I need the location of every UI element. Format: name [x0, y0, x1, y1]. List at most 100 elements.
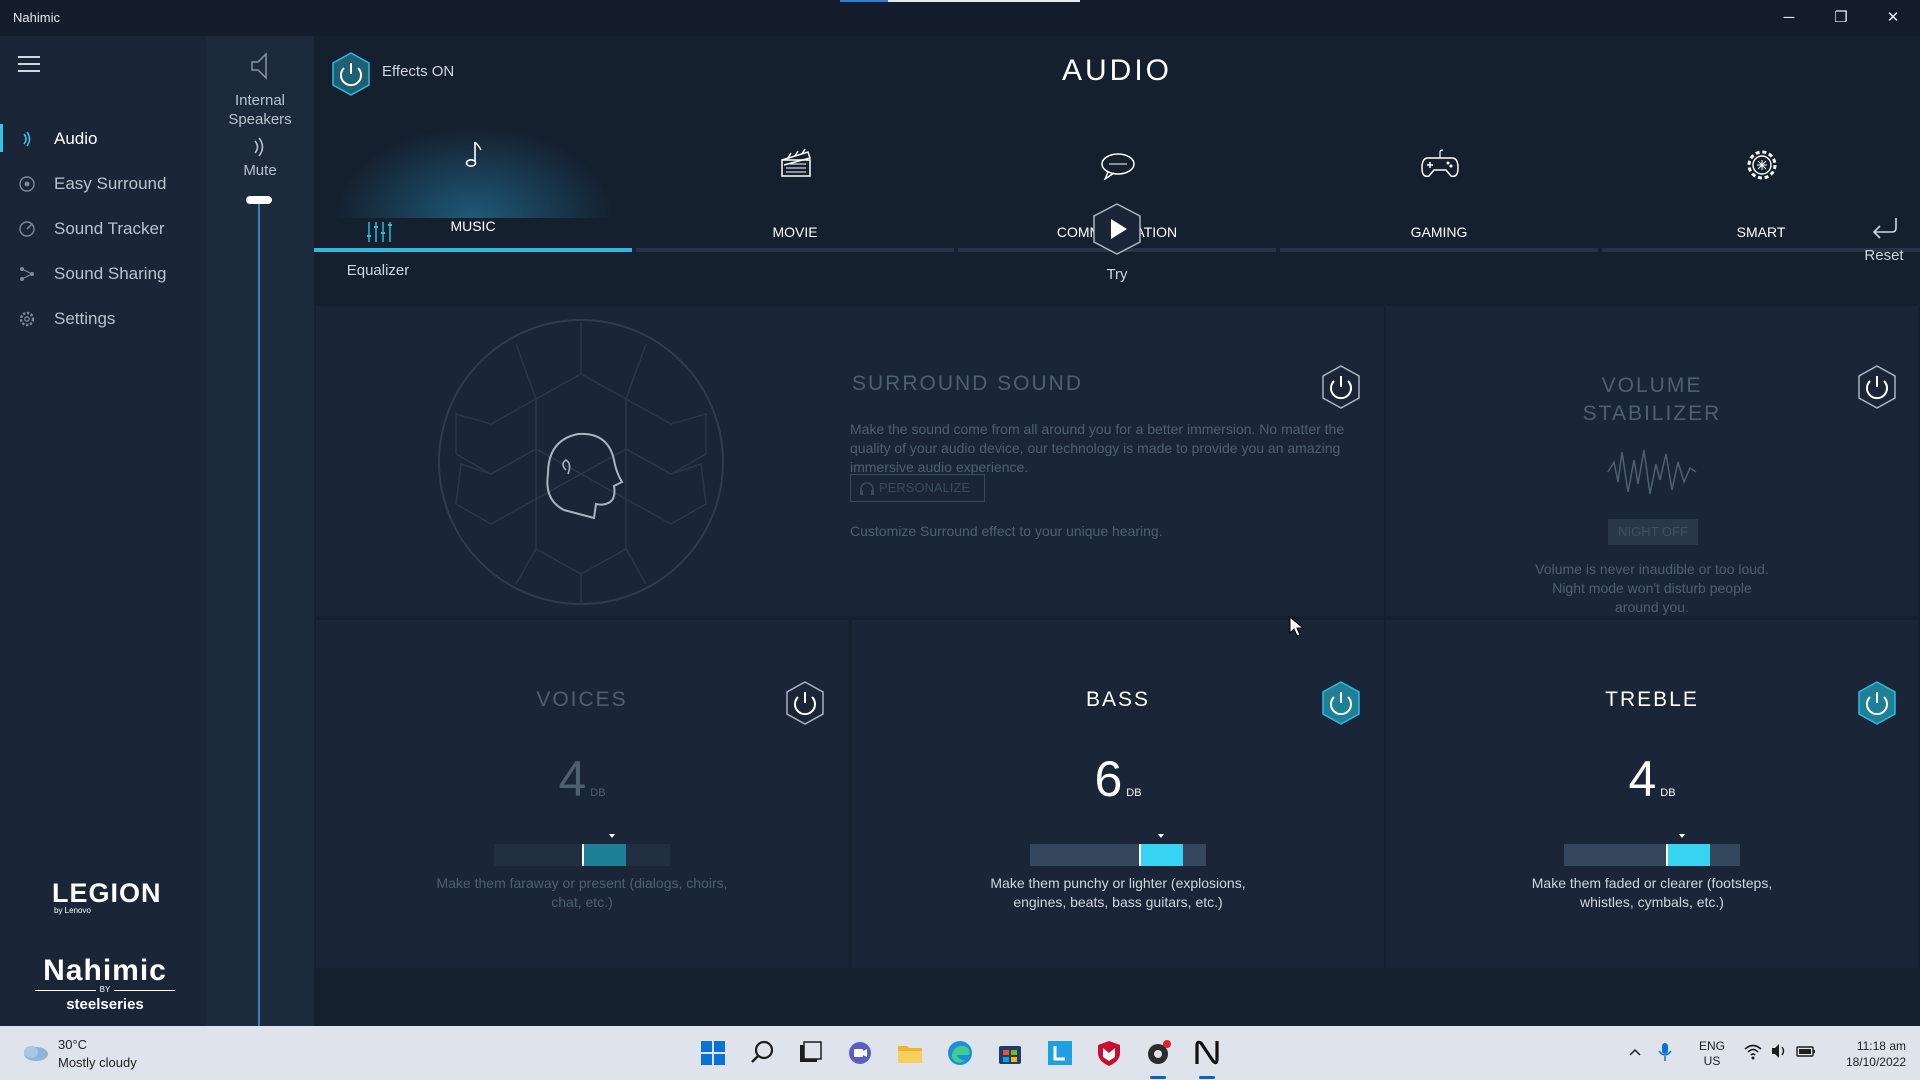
gamepad-icon: [1421, 149, 1459, 178]
task-view-icon[interactable]: [795, 1037, 827, 1069]
bass-slider-notch: [1158, 834, 1164, 838]
treble-description: Make them faded or clearer (footsteps, w…: [1531, 875, 1773, 910]
try-play-button[interactable]: [1090, 202, 1144, 256]
clock[interactable]: 11:18 am 18/10/2022: [1826, 1038, 1906, 1070]
voices-slider-thumb[interactable]: [582, 844, 584, 866]
surround-icon: [19, 176, 35, 192]
sidebar-item-sound-tracker[interactable]: Sound Tracker: [0, 210, 206, 246]
tab-indicator: [636, 248, 954, 252]
surround-power-button[interactable]: [1320, 364, 1362, 410]
bass-db-value: 6: [1094, 751, 1123, 807]
volume-slider-thumb[interactable]: [246, 196, 272, 204]
cloudy-weather-icon[interactable]: [20, 1040, 50, 1064]
smart-gear-icon: [1747, 150, 1777, 180]
microsoft-store-icon[interactable]: [994, 1037, 1026, 1069]
personalize-button[interactable]: PERSONALIZE: [850, 474, 985, 502]
volume-stabilizer-card: VOLUME STABILIZER NIGHT OFF Volume is ne…: [1386, 306, 1918, 616]
main-content: Effects ON AUDIO MUSIC MOVIE COMMUNICATI…: [314, 36, 1920, 1026]
tab-music[interactable]: MUSIC: [314, 106, 636, 252]
voices-db-readout: 4 DB: [316, 750, 848, 808]
sidebar-item-label: Easy Surround: [54, 174, 167, 193]
voices-slider[interactable]: [494, 834, 670, 866]
microphone-icon[interactable]: [1658, 1042, 1672, 1062]
treble-db-unit: DB: [1660, 787, 1676, 799]
app-title: Nahimic: [13, 10, 60, 25]
treble-slider[interactable]: [1564, 834, 1740, 866]
voices-title: VOICES: [536, 688, 628, 711]
bass-slider-thumb[interactable]: [1139, 844, 1141, 866]
nahimic-steelseries-logo: Nahimic BY steelseries: [30, 954, 180, 1013]
legion-logo: LEGION by Lenovo: [52, 878, 162, 915]
chevron-up-icon[interactable]: [1628, 1042, 1642, 1062]
voices-slider-notch: [609, 834, 615, 838]
lenovo-vantage-icon[interactable]: [1044, 1037, 1076, 1069]
treble-slider-thumb[interactable]: [1666, 844, 1668, 866]
close-button[interactable]: ✕: [1878, 6, 1908, 30]
nahimic-running-indicator: [1199, 1076, 1215, 1079]
restore-button[interactable]: ❐: [1826, 6, 1856, 30]
sidebar-item-audio[interactable]: Audio: [0, 120, 206, 156]
windows-start-icon[interactable]: [697, 1037, 729, 1069]
weather-description[interactable]: Mostly cloudy: [58, 1055, 137, 1070]
personalize-label: PERSONALIZE: [879, 480, 971, 495]
volume-slider-track[interactable]: [258, 201, 260, 1031]
device-name[interactable]: Internal Speakers: [206, 91, 314, 129]
tab-label: GAMING: [1410, 224, 1468, 240]
voices-slider-fill: [582, 844, 626, 866]
bass-card: BASS 6 DB Make them punchy or lighter (ex…: [852, 620, 1384, 968]
battery-icon[interactable]: [1796, 1042, 1816, 1060]
mouse-cursor-icon: [1289, 616, 1305, 637]
sidebar-item-sound-sharing[interactable]: Sound Sharing: [0, 255, 206, 291]
share-icon: [20, 267, 34, 281]
waveform-icon: [1607, 449, 1697, 495]
night-mode-toggle[interactable]: NIGHT OFF: [1608, 519, 1698, 545]
legion-arena-icon[interactable]: [1142, 1037, 1174, 1069]
voices-power-button[interactable]: [784, 680, 826, 726]
bass-slider[interactable]: [1030, 834, 1206, 866]
reset-button[interactable]: Reset: [1854, 216, 1914, 276]
teams-chat-icon[interactable]: [844, 1037, 876, 1069]
music-note-icon: [465, 141, 482, 167]
surround-sound-card: SURROUND SOUND Make the sound come from …: [316, 306, 1384, 616]
title-bar: Nahimic ─ ❐ ✕: [0, 0, 1920, 36]
search-icon[interactable]: [747, 1037, 779, 1069]
voices-description: Make them faraway or present (dialogs, c…: [436, 875, 728, 910]
minimize-button[interactable]: ─: [1774, 6, 1804, 30]
mcafee-shield-icon[interactable]: [1093, 1037, 1125, 1069]
clock-date: 18/10/2022: [1845, 1055, 1906, 1069]
treble-power-button[interactable]: [1856, 680, 1898, 726]
volume-stabilizer-title: VOLUME STABILIZER: [1582, 374, 1722, 425]
tab-smart[interactable]: SMART: [1602, 106, 1920, 252]
mute-button[interactable]: Mute: [206, 162, 314, 179]
hamburger-menu-button[interactable]: [18, 56, 40, 72]
equalizer-button[interactable]: Equalizer: [338, 220, 418, 280]
sidebar-item-label: Sound Sharing: [54, 264, 167, 283]
volume-stabilizer-description: Volume is never inaudible or too loud. N…: [1535, 561, 1769, 615]
bass-db-unit: DB: [1126, 787, 1142, 799]
treble-card: TREBLE 4 DB Make them faded or clearer (f…: [1386, 620, 1918, 968]
equalizer-icon: [367, 222, 392, 242]
clock-time: 11:18 am: [1856, 1039, 1906, 1053]
edge-browser-icon[interactable]: [944, 1037, 976, 1069]
surround-sound-title: SURROUND SOUND: [852, 372, 1084, 395]
bass-power-button[interactable]: [1320, 680, 1362, 726]
treble-title: TREBLE: [1605, 688, 1699, 711]
tab-movie[interactable]: MOVIE: [636, 106, 958, 252]
surround-sphere-head-icon: [438, 319, 724, 605]
sidebar-item-easy-surround[interactable]: Easy Surround: [0, 165, 206, 201]
mute-icon[interactable]: [250, 135, 270, 159]
volume-stabilizer-power-button[interactable]: [1856, 364, 1898, 410]
tab-gaming[interactable]: GAMING: [1280, 106, 1602, 252]
wifi-icon[interactable]: [1744, 1042, 1762, 1060]
nahimic-taskbar-icon[interactable]: [1191, 1037, 1223, 1069]
chat-bubble-icon: [1101, 153, 1135, 180]
file-explorer-icon[interactable]: [894, 1037, 926, 1069]
sidebar-item-settings[interactable]: Settings: [0, 300, 206, 336]
input-language-indicator[interactable]: ENG US: [1697, 1039, 1727, 1069]
speaker-icon[interactable]: [244, 50, 276, 82]
treble-db-value: 4: [1628, 751, 1657, 807]
speaker-volume-icon[interactable]: [1770, 1042, 1788, 1060]
weather-temperature[interactable]: 30°C: [58, 1037, 87, 1052]
voices-db-value: 4: [558, 751, 587, 807]
reset-arrow-icon: [1872, 218, 1897, 239]
